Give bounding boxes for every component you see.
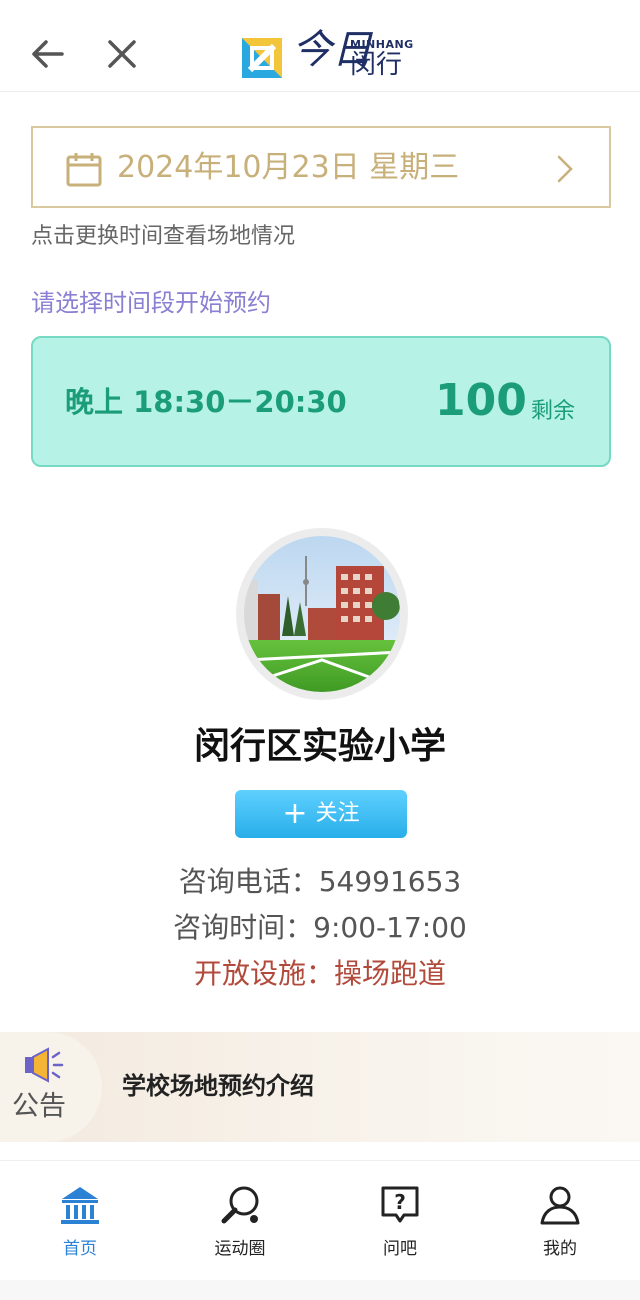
question-bubble-icon: ? — [381, 1186, 419, 1223]
notice-title: 学校场地预约介绍 — [122, 1072, 314, 1100]
user-icon — [540, 1186, 580, 1225]
nav-ask-label: 问吧 — [383, 1239, 417, 1259]
contact-phone[interactable]: 咨询电话：54991653 — [0, 862, 640, 902]
nav-ask[interactable]: ? 问吧 — [320, 1161, 480, 1281]
ping-pong-icon — [221, 1186, 259, 1224]
date-hint: 点击更换时间查看场地情况 — [31, 224, 296, 249]
notice-label: 公告 — [12, 1091, 66, 1122]
nav-mine-label: 我的 — [543, 1239, 577, 1259]
plus-icon: + — [282, 796, 308, 831]
follow-button[interactable]: + 关注 — [235, 790, 407, 838]
nav-mine[interactable]: 我的 — [480, 1161, 640, 1281]
venue-name: 闵行区实验小学 — [193, 726, 446, 767]
calendar-icon — [66, 153, 102, 187]
date-picker[interactable]: 2024年10月23日 星期三 — [31, 126, 611, 208]
follow-label: 关注 — [315, 801, 360, 826]
bottom-safe-area — [0, 1280, 640, 1300]
slot-remaining-label: 剩余 — [531, 399, 576, 424]
selected-date: 2024年10月23日 星期三 — [117, 150, 460, 185]
notice-banner[interactable]: 公告 学校场地预约介绍 — [0, 1032, 640, 1142]
open-facilities: 开放设施：操场跑道 — [193, 957, 446, 990]
top-bar: 今日 MINHANG 闵行 — [0, 0, 640, 92]
chevron-right-icon — [557, 155, 573, 183]
nav-home[interactable]: 首页 — [0, 1161, 160, 1281]
logo-chinese: 闵行 — [350, 50, 403, 80]
time-slot-card[interactable]: 晚上 18:30－20:30 100 剩余 — [31, 336, 611, 467]
bottom-nav: 首页 运动圈 ? 问吧 我的 — [0, 1160, 640, 1280]
minhang-logo: 今日 MINHANG 闵行 — [240, 28, 413, 82]
megaphone-icon — [25, 1047, 64, 1083]
school-photo — [244, 536, 400, 692]
logo-mark-icon — [242, 38, 282, 78]
svg-text:?: ? — [394, 1190, 406, 1214]
slot-time: 晚上 18:30－20:30 — [65, 385, 347, 419]
slot-remaining-count: 100 — [435, 375, 527, 426]
contact-hours: 咨询时间：9:00-17:00 — [173, 911, 467, 944]
booking-prompt: 请选择时间段开始预约 — [31, 289, 271, 317]
nav-sports-circle[interactable]: 运动圈 — [160, 1161, 320, 1281]
close-icon[interactable] — [102, 34, 142, 74]
back-arrow-icon[interactable] — [28, 34, 68, 74]
home-bank-icon — [61, 1187, 99, 1224]
nav-sports-label: 运动圈 — [214, 1239, 266, 1259]
nav-home-label: 首页 — [63, 1239, 97, 1259]
venue-avatar — [236, 528, 408, 700]
